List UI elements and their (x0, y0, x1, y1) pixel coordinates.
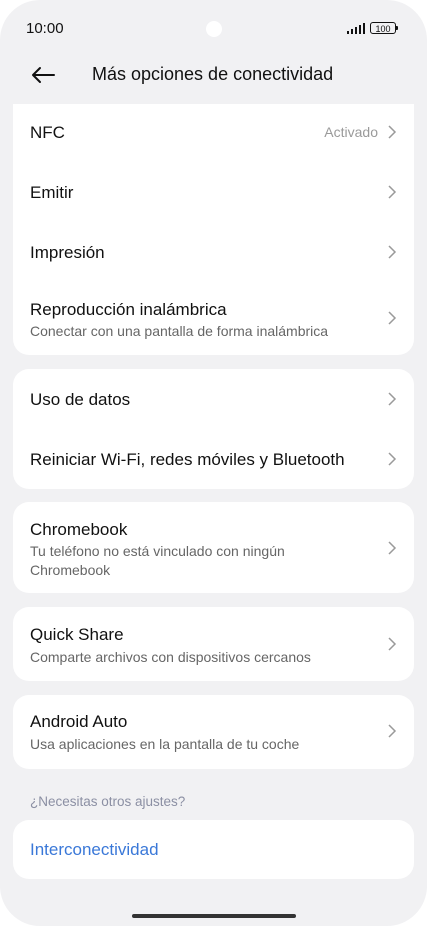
printing-row[interactable]: Impresión (13, 222, 414, 282)
chevron-right-icon (388, 125, 397, 139)
chromebook-label: Chromebook (30, 520, 128, 539)
chevron-right-icon (388, 392, 397, 406)
android-auto-label: Android Auto (30, 712, 128, 731)
quick-share-row[interactable]: Quick Share Comparte archivos con dispos… (13, 607, 414, 681)
back-arrow-icon[interactable] (28, 60, 58, 90)
status-time: 10:00 (26, 20, 64, 37)
nfc-label: NFC (30, 123, 65, 142)
settings-card-chromebook: Chromebook Tu teléfono no está vinculado… (13, 502, 414, 593)
settings-card-android-auto: Android Auto Usa aplicaciones en la pant… (13, 695, 414, 769)
data-usage-row[interactable]: Uso de datos (13, 369, 414, 429)
chevron-right-icon (388, 637, 397, 651)
settings-card-quick-share: Quick Share Comparte archivos con dispos… (13, 607, 414, 681)
battery-icon: 100 (370, 22, 398, 34)
chevron-right-icon (388, 724, 397, 738)
chevron-right-icon (388, 311, 397, 325)
wireless-display-label: Reproducción inalámbrica (30, 300, 227, 319)
data-usage-label: Uso de datos (30, 390, 131, 409)
chromebook-row[interactable]: Chromebook Tu teléfono no está vinculado… (13, 502, 414, 593)
signal-icon (347, 23, 365, 34)
settings-card-2: Uso de datos Reiniciar Wi-Fi, redes móvi… (13, 369, 414, 489)
chevron-right-icon (388, 185, 397, 199)
nfc-row[interactable]: NFC Activado (13, 104, 414, 162)
page-title: Más opciones de conectividad (92, 64, 334, 84)
cast-label: Emitir (30, 183, 74, 202)
settings-card-1: NFC Activado Emitir Impresión Reproducci… (13, 104, 414, 355)
chromebook-subtitle: Tu teléfono no está vinculado con ningún… (30, 543, 285, 578)
interconnectivity-link[interactable]: Interconectividad (13, 820, 414, 879)
phone-screen: 10:00 100 Más opciones de conectividad N… (0, 0, 427, 926)
nfc-status: Activado (324, 124, 378, 140)
status-bar: 10:00 100 (0, 0, 427, 56)
reset-network-label: Reiniciar Wi-Fi, redes móviles y Bluetoo… (30, 450, 345, 469)
wireless-display-row[interactable]: Reproducción inalámbrica Conectar con un… (13, 282, 414, 355)
chevron-right-icon (388, 452, 397, 466)
chevron-right-icon (388, 541, 397, 555)
top-app-bar: Más opciones de conectividad (0, 52, 427, 98)
interconnectivity-label: Interconectividad (30, 840, 159, 859)
wireless-display-subtitle: Conectar con una pantalla de forma inalá… (30, 323, 329, 339)
chevron-right-icon (388, 245, 397, 259)
printing-label: Impresión (30, 243, 105, 262)
quick-share-label: Quick Share (30, 625, 124, 644)
android-auto-subtitle: Usa aplicaciones en la pantalla de tu co… (30, 736, 300, 752)
home-indicator[interactable] (132, 914, 296, 918)
section-label-other-settings: ¿Necesitas otros ajustes? (30, 794, 186, 809)
android-auto-row[interactable]: Android Auto Usa aplicaciones en la pant… (13, 695, 414, 769)
quick-share-subtitle: Comparte archivos con dispositivos cerca… (30, 649, 311, 665)
settings-card-interconnectivity: Interconectividad (13, 820, 414, 879)
cast-row[interactable]: Emitir (13, 162, 414, 222)
reset-network-row[interactable]: Reiniciar Wi-Fi, redes móviles y Bluetoo… (13, 429, 414, 489)
front-camera (206, 21, 222, 37)
